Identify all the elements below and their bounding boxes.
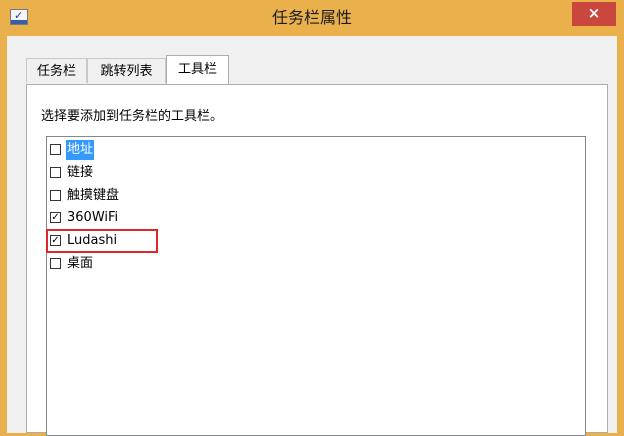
toolbars-tab-panel: 选择要添加到任务栏的工具栏。 地址 链接 触摸键盘 ✓ 360WiFi ✓ Luda… — [26, 84, 608, 436]
checkbox-address[interactable] — [50, 143, 61, 155]
title-bar[interactable]: ✓ 任务栏属性 × — [0, 0, 624, 36]
dialog-client-area: 任务栏 跳转列表 工具栏 选择要添加到任务栏的工具栏。 地址 链接 触摸键盘 ✓… — [7, 36, 617, 436]
checkbox-desktop[interactable] — [50, 257, 61, 269]
checkbox-360wifi[interactable]: ✓ — [50, 211, 61, 223]
tab-jump-lists[interactable]: 跳转列表 — [87, 58, 166, 83]
checkbox-links[interactable] — [50, 166, 61, 178]
item-label: 地址 — [66, 140, 95, 160]
tab-toolbars[interactable]: 工具栏 — [166, 55, 229, 84]
annotation-highlight-box — [46, 229, 158, 253]
window-title: 任务栏属性 — [271, 8, 352, 27]
toolbar-list[interactable]: 地址 链接 触摸键盘 ✓ 360WiFi ✓ Ludashi 桌面 — [46, 136, 586, 436]
item-label: 桌面 — [67, 256, 94, 271]
list-item-address[interactable]: 地址 — [50, 140, 95, 160]
close-icon: × — [587, 4, 601, 22]
taskbar-properties-window: ✓ 任务栏属性 × 任务栏 跳转列表 工具栏 选择要添加到任务栏的工具栏。 地址… — [0, 0, 624, 436]
list-item-touch-keyboard[interactable]: 触摸键盘 — [50, 186, 120, 206]
item-label: 链接 — [67, 165, 94, 180]
item-label: 360WiFi — [67, 210, 119, 225]
list-item-links[interactable]: 链接 — [50, 163, 94, 183]
tab-taskbar[interactable]: 任务栏 — [26, 58, 87, 83]
list-item-360wifi[interactable]: ✓ 360WiFi — [50, 208, 119, 228]
item-label: 触摸键盘 — [67, 188, 120, 203]
list-item-desktop[interactable]: 桌面 — [50, 254, 94, 274]
checkbox-touch-keyboard[interactable] — [50, 189, 61, 201]
instruction-text: 选择要添加到任务栏的工具栏。 — [41, 109, 224, 124]
close-button[interactable]: × — [572, 2, 616, 26]
